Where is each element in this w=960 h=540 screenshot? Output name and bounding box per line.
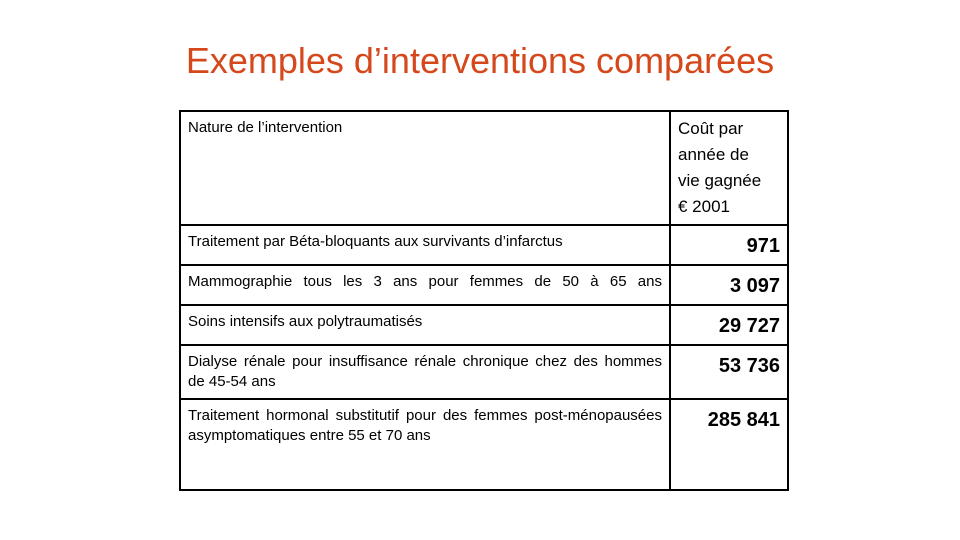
header-cost-line: vie gagnée	[678, 171, 762, 190]
cost-value: 29 727	[669, 304, 789, 346]
comparison-table-container: Nature de l’intervention Coût par année …	[179, 110, 789, 491]
header-cost: Coût par année de vie gagnée € 2001	[669, 110, 789, 226]
header-cost-line: Coût par	[678, 119, 744, 138]
cost-value: 971	[669, 224, 789, 266]
cost-value: 53 736	[669, 344, 789, 400]
table-header-row: Nature de l’intervention Coût par année …	[179, 110, 789, 226]
intervention-label: Mammographie tous les 3 ans pour femmes …	[179, 264, 671, 306]
header-nature: Nature de l’intervention	[179, 110, 671, 226]
intervention-label: Traitement par Béta-bloquants aux surviv…	[179, 224, 671, 266]
table-row: Dialyse rénale pour insuffisance rénale …	[179, 344, 789, 400]
cost-value: 285 841	[669, 398, 789, 491]
header-cost-line: € 2001	[678, 197, 730, 216]
table-row: Mammographie tous les 3 ans pour femmes …	[179, 264, 789, 306]
table-row: Soins intensifs aux polytraumatisés 29 7…	[179, 304, 789, 346]
slide-title: Exemples d’interventions comparées	[185, 40, 775, 81]
header-cost-line: année de	[678, 145, 749, 164]
table-row: Traitement par Béta-bloquants aux surviv…	[179, 224, 789, 266]
intervention-label: Dialyse rénale pour insuffisance rénale …	[179, 344, 671, 400]
intervention-label: Soins intensifs aux polytraumatisés	[179, 304, 671, 346]
comparison-table: Nature de l’intervention Coût par année …	[179, 110, 789, 491]
intervention-label: Traitement hormonal substitutif pour des…	[179, 398, 671, 491]
table-row: Traitement hormonal substitutif pour des…	[179, 398, 789, 491]
cost-value: 3 097	[669, 264, 789, 306]
